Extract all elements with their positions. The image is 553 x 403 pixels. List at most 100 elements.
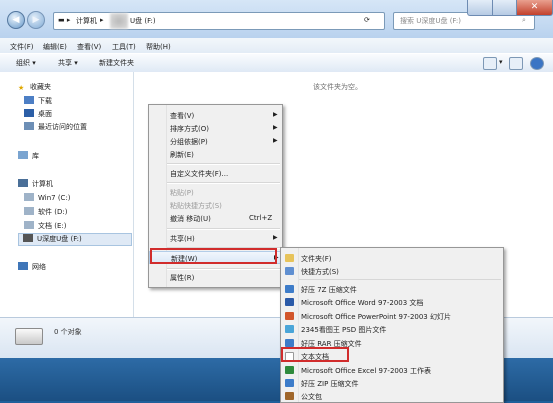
nav-label: 最近访问的位置	[38, 123, 87, 131]
archive-icon	[285, 379, 294, 387]
view-options-icon[interactable]	[483, 57, 497, 70]
drive-icon	[24, 221, 34, 229]
minimize-button[interactable]	[467, 0, 494, 16]
search-placeholder: 搜索 U深度U盘 (F:)	[400, 17, 462, 25]
new-folder-button[interactable]: 新建文件夹	[99, 58, 134, 68]
view-dropdown-icon[interactable]: ▾	[499, 58, 503, 66]
submenu-arrow-icon: ▶	[273, 124, 278, 131]
menu-tools[interactable]: 工具(T)	[112, 42, 136, 52]
nav-drive-c[interactable]: Win7 (C:)	[24, 193, 71, 203]
menu-label: 文本文档	[301, 353, 329, 361]
help-icon[interactable]	[530, 57, 544, 70]
menu-label: 2345看图王 PSD 图片文件	[301, 326, 387, 334]
shortcut-icon	[285, 267, 294, 275]
new-zip-item[interactable]: 好压 ZIP 压缩文件	[281, 377, 503, 389]
ctx-new[interactable]: 新建(W) ▶	[149, 251, 282, 264]
menu-view[interactable]: 查看(V)	[77, 42, 101, 52]
close-button[interactable]: ✕	[516, 0, 553, 16]
nav-drive-f[interactable]: U深度U盘 (F:)	[18, 233, 132, 246]
new-psd-item[interactable]: 2345看图王 PSD 图片文件	[281, 323, 503, 335]
new-text-document-item[interactable]: 文本文档	[281, 350, 503, 362]
new-rar-item[interactable]: 好压 RAR 压缩文件	[281, 337, 503, 349]
menu-bar: 文件(F) 编辑(E) 查看(V) 工具(T) 帮助(H)	[0, 38, 553, 53]
menu-help[interactable]: 帮助(H)	[146, 42, 171, 52]
star-icon: ★	[18, 84, 25, 92]
menu-label: Microsoft Office Excel 97-2003 工作表	[301, 367, 431, 375]
new-briefcase-item[interactable]: 公文包	[281, 390, 503, 402]
menu-separator	[299, 279, 501, 280]
nav-libraries[interactable]: 库	[18, 151, 39, 161]
menu-file[interactable]: 文件(F)	[10, 42, 34, 52]
organize-button[interactable]: 组织 ▾	[16, 58, 36, 68]
text-document-icon	[285, 352, 294, 362]
nav-label: U深度U盘 (F:)	[37, 235, 82, 243]
new-shortcut-item[interactable]: 快捷方式(S)	[281, 265, 503, 277]
submenu-arrow-icon: ▶	[273, 234, 278, 241]
archive-icon	[285, 339, 294, 347]
menu-label: 刷新(E)	[170, 151, 194, 159]
new-excel-item[interactable]: Microsoft Office Excel 97-2003 工作表	[281, 364, 503, 376]
submenu-arrow-icon: ▶	[274, 254, 279, 261]
menu-label: 撤消 移动(U)	[170, 215, 211, 223]
briefcase-icon	[285, 392, 294, 400]
nav-drive-d[interactable]: 软件 (D:)	[24, 207, 67, 217]
submenu-arrow-icon: ▶	[273, 137, 278, 144]
ctx-paste: 粘贴(P)	[149, 186, 282, 198]
command-bar: 组织 ▾ 共享 ▾ 新建文件夹 ▾	[0, 53, 553, 73]
usb-drive-icon	[23, 234, 33, 242]
ctx-share[interactable]: 共享(H) ▶	[149, 232, 282, 244]
maximize-button[interactable]	[492, 0, 518, 16]
blurred-region	[110, 13, 128, 29]
network-icon	[18, 262, 28, 270]
share-button[interactable]: 共享 ▾	[58, 58, 78, 68]
word-icon	[285, 298, 294, 306]
new-submenu: 文件夹(F) 快捷方式(S) 好压 7Z 压缩文件 Microsoft Offi…	[280, 247, 504, 403]
downloads-icon	[24, 96, 34, 104]
ctx-undo[interactable]: 撤消 移动(U) Ctrl+Z	[149, 212, 282, 224]
desktop-icon	[24, 109, 34, 117]
menu-label: Microsoft Office Word 97-2003 文档	[301, 299, 424, 307]
menu-edit[interactable]: 编辑(E)	[43, 42, 67, 52]
ctx-view[interactable]: 查看(V) ▶	[149, 109, 282, 121]
new-ppt-item[interactable]: Microsoft Office PowerPoint 97-2003 幻灯片	[281, 310, 503, 322]
menu-separator	[167, 163, 280, 165]
archive-icon	[285, 285, 294, 293]
ctx-paste-shortcut: 粘贴快捷方式(S)	[149, 199, 282, 211]
ctx-refresh[interactable]: 刷新(E)	[149, 148, 282, 160]
powerpoint-icon	[285, 312, 294, 320]
back-button[interactable]: ◀	[7, 11, 25, 29]
menu-label: Microsoft Office PowerPoint 97-2003 幻灯片	[301, 313, 451, 321]
address-chevron-icon: ▸	[100, 16, 104, 24]
new-folder-item[interactable]: 文件夹(F)	[281, 252, 503, 264]
nav-downloads[interactable]: 下载	[24, 96, 52, 106]
ctx-group[interactable]: 分组依据(P) ▶	[149, 135, 282, 147]
nav-computer[interactable]: 计算机	[18, 179, 53, 189]
nav-desktop[interactable]: 桌面	[24, 109, 52, 119]
nav-label: 网络	[32, 263, 46, 271]
nav-network[interactable]: 网络	[18, 262, 46, 272]
ctx-properties[interactable]: 属性(R)	[149, 271, 282, 283]
address-segment-computer[interactable]: 计算机	[76, 16, 97, 26]
object-count: 0 个对象	[54, 328, 82, 336]
nav-recent[interactable]: 最近访问的位置	[24, 122, 87, 132]
nav-label: 计算机	[32, 180, 53, 188]
address-bar[interactable]: ▬ ▸ 计算机 ▸ U盘 (F:) ⟳	[53, 12, 385, 30]
nav-favorites[interactable]: ★ 收藏夹	[18, 82, 51, 92]
new-7z-item[interactable]: 好压 7Z 压缩文件	[281, 283, 503, 295]
preview-pane-icon[interactable]	[509, 57, 523, 70]
menu-label: 排序方式(O)	[170, 125, 209, 133]
ctx-sort[interactable]: 排序方式(O) ▶	[149, 122, 282, 134]
ctx-customize[interactable]: 自定义文件夹(F)...	[149, 167, 282, 179]
menu-label: 好压 ZIP 压缩文件	[301, 380, 359, 388]
new-word-item[interactable]: Microsoft Office Word 97-2003 文档	[281, 296, 503, 308]
nav-drive-e[interactable]: 文档 (E:)	[24, 221, 66, 231]
menu-label: 好压 7Z 压缩文件	[301, 286, 357, 294]
refresh-icon[interactable]: ⟳	[364, 16, 370, 24]
menu-separator	[167, 268, 280, 270]
forward-button[interactable]: ▶	[27, 11, 45, 29]
nav-label: 文档 (E:)	[38, 222, 67, 230]
image-icon	[285, 325, 294, 333]
menu-label: 属性(R)	[170, 274, 195, 282]
address-segment-drive[interactable]: U盘 (F:)	[130, 16, 156, 26]
menu-label: 好压 RAR 压缩文件	[301, 340, 362, 348]
